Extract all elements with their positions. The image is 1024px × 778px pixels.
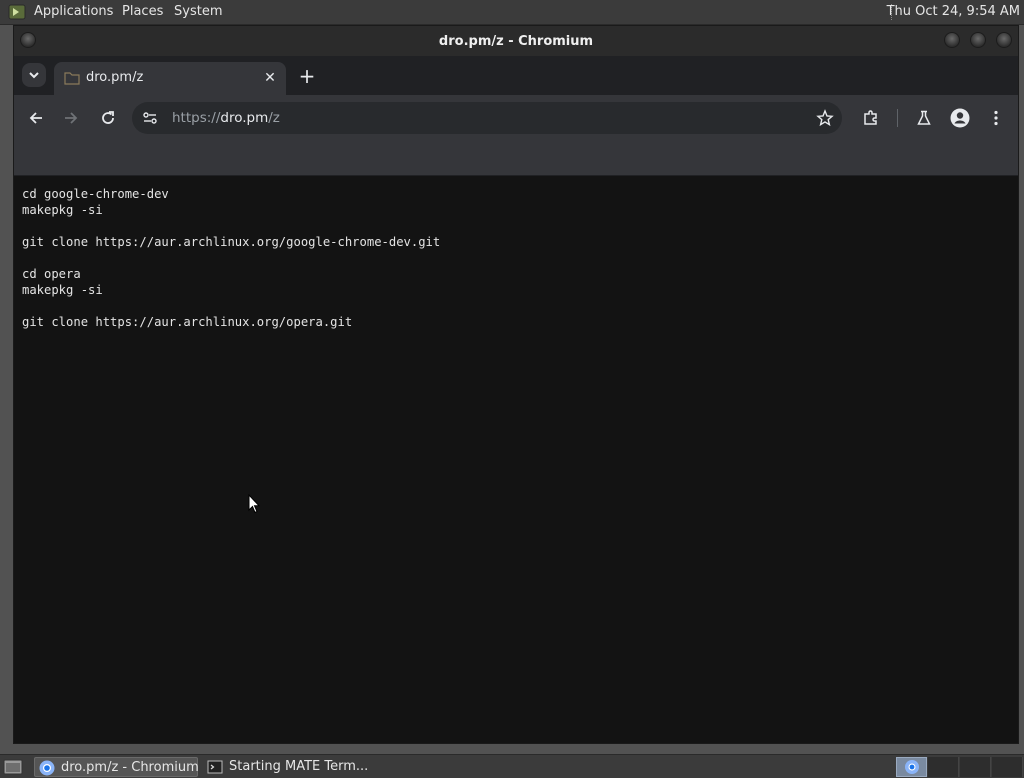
mouse-cursor-icon: [248, 494, 260, 514]
bookmark-star-icon[interactable]: [816, 109, 834, 127]
toolbar-separator: [897, 109, 898, 127]
tab-active[interactable]: dro.pm/z ✕: [54, 62, 286, 95]
top-panel: Applications Places System Thu Oct 24, 9…: [0, 0, 1024, 25]
tab-strip: dro.pm/z ✕ +: [14, 56, 1018, 95]
bottom-panel: dro.pm/z - Chromium Starting MATE Term..…: [0, 754, 1024, 778]
folder-favicon-icon: [64, 72, 80, 85]
bookmarks-bar: [14, 141, 1018, 176]
reload-icon: [102, 111, 114, 124]
url-host: dro.pm: [220, 110, 269, 126]
workspace-3[interactable]: [960, 757, 991, 777]
workspace-4[interactable]: [992, 757, 1023, 777]
arrow-right-icon: [65, 112, 78, 124]
chromium-icon: [39, 760, 55, 776]
window-titlebar[interactable]: dro.pm/z - Chromium: [14, 26, 1018, 56]
desktop: Applications Places System Thu Oct 24, 9…: [0, 0, 1024, 778]
page-content: cd google-chrome-dev makepkg -si git clo…: [14, 176, 1018, 743]
taskbar-item-label: Starting MATE Term...: [229, 759, 369, 774]
chromium-window: dro.pm/z - Chromium dro.pm/z ✕ + https:/…: [13, 25, 1019, 744]
labs-button[interactable]: [912, 106, 936, 130]
chevron-down-icon: [29, 72, 39, 79]
avatar-icon: [950, 108, 970, 128]
workspace-1[interactable]: [896, 757, 927, 777]
reload-button[interactable]: [96, 106, 120, 130]
workspace-switcher: [896, 757, 1024, 777]
forward-button[interactable]: [59, 106, 83, 130]
menu-applications[interactable]: Applications: [34, 4, 113, 20]
extensions-button[interactable]: [859, 106, 883, 130]
taskbar-item-chromium[interactable]: dro.pm/z - Chromium: [34, 757, 199, 777]
taskbar-item-label: dro.pm/z - Chromium: [61, 760, 199, 775]
address-bar[interactable]: https://dro.pm/z: [132, 102, 842, 134]
taskbar-item-terminal[interactable]: Starting MATE Term...: [203, 757, 373, 777]
flask-icon: [917, 110, 931, 125]
clock[interactable]: Thu Oct 24, 9:54 AM: [887, 4, 1020, 20]
terminal-icon: [207, 760, 223, 774]
chromium-icon: [905, 760, 919, 774]
show-desktop-icon[interactable]: [3, 758, 23, 776]
arrow-left-icon: [29, 112, 42, 124]
tab-close-icon[interactable]: ✕: [260, 68, 280, 88]
url-path: /z: [268, 110, 280, 126]
site-info-icon[interactable]: [142, 110, 158, 126]
puzzle-piece-icon: [864, 110, 877, 125]
page-text: cd google-chrome-dev makepkg -si git clo…: [22, 187, 441, 329]
profile-button[interactable]: [948, 106, 972, 130]
menu-places[interactable]: Places: [122, 4, 163, 20]
tab-search-button[interactable]: [22, 63, 46, 87]
browser-toolbar: https://dro.pm/z: [14, 95, 1018, 141]
close-window-button[interactable]: [996, 32, 1012, 48]
chrome-menu-button[interactable]: [984, 106, 1008, 130]
maximize-button[interactable]: [970, 32, 986, 48]
workspace-2[interactable]: [928, 757, 959, 777]
minimize-button[interactable]: [944, 32, 960, 48]
new-tab-button[interactable]: +: [296, 65, 318, 87]
back-button[interactable]: [24, 106, 48, 130]
window-title: dro.pm/z - Chromium: [438, 34, 594, 49]
tab-title: dro.pm/z: [86, 70, 144, 85]
menu-system[interactable]: System: [174, 4, 222, 20]
url-text: https://dro.pm/z: [172, 110, 280, 126]
applications-icon[interactable]: [8, 4, 26, 20]
url-scheme: https://: [172, 110, 221, 126]
kebab-menu-icon: [994, 110, 998, 126]
